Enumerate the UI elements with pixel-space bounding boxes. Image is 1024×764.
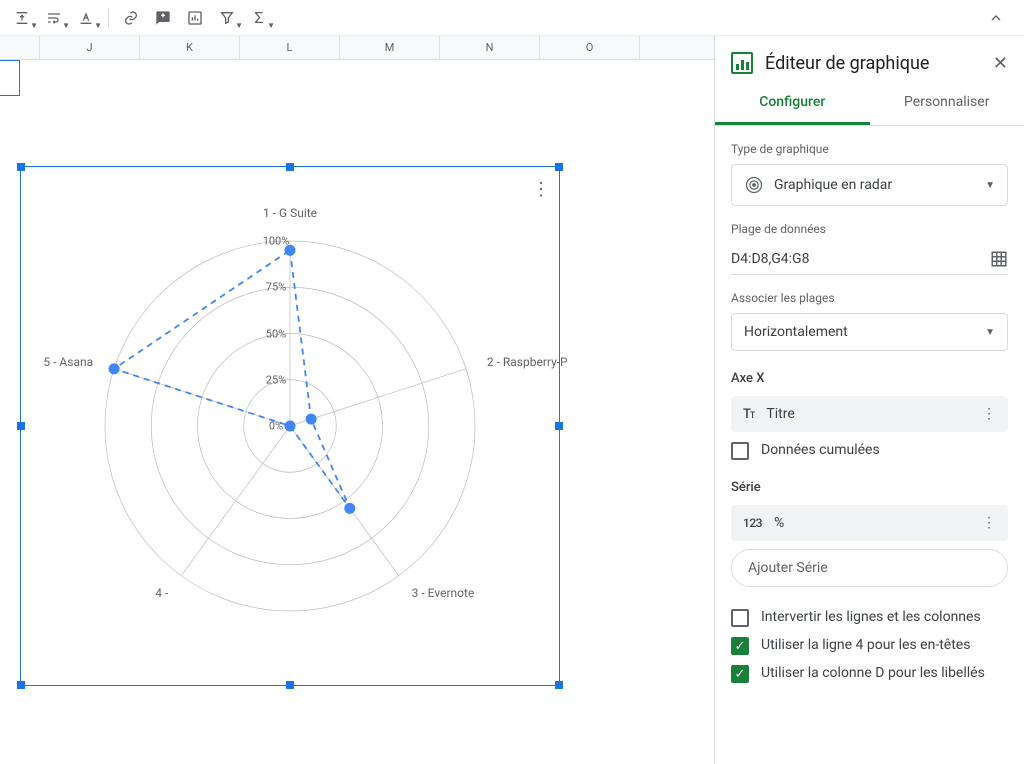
chart-type-label: Type de graphique	[731, 142, 1008, 156]
aggregate-checkbox[interactable]	[731, 442, 749, 460]
text-icon: TT	[743, 407, 754, 422]
text-rotate-button[interactable]: ▼	[72, 4, 100, 32]
chevron-down-icon: ▼	[985, 327, 995, 338]
resize-handle[interactable]	[17, 422, 25, 430]
resize-handle[interactable]	[286, 681, 294, 689]
insert-link-button[interactable]	[117, 4, 145, 32]
chart-menu-icon[interactable]: ⋮	[532, 179, 549, 200]
col-header[interactable]: K	[140, 36, 240, 59]
radar-plot: 0%25%50%75%100%1 - G Suite2 - Raspberry-…	[80, 216, 500, 636]
combine-ranges-label: Associer les plages	[731, 291, 1008, 305]
xaxis-section-title: Axe X	[731, 371, 1008, 386]
xaxis-chip[interactable]: TT Titre ⋮	[731, 396, 1008, 432]
tab-configure[interactable]: Configurer	[715, 82, 870, 125]
col-header[interactable]: J	[40, 36, 140, 59]
use-row-headers-label: Utiliser la ligne 4 pour les en-têtes	[761, 637, 970, 653]
resize-handle[interactable]	[555, 422, 563, 430]
use-col-labels-label: Utiliser la colonne D pour les libellés	[761, 665, 985, 681]
close-icon[interactable]: ✕	[993, 53, 1008, 74]
chart-type-dropdown[interactable]: Graphique en radar ▼	[731, 164, 1008, 206]
toolbar: ▼ ▼ ▼ ▼ Σ▼	[0, 0, 1024, 36]
select-range-icon[interactable]	[990, 250, 1008, 268]
insert-chart-button[interactable]	[181, 4, 209, 32]
col-header[interactable]: L	[240, 36, 340, 59]
combine-value: Horizontalement	[744, 324, 848, 340]
series-chip-label: %	[774, 515, 784, 531]
col-header[interactable]: N	[440, 36, 540, 59]
panel-title: Éditeur de graphique	[765, 53, 981, 74]
filter-button[interactable]: ▼	[213, 4, 241, 32]
add-series-button[interactable]: Ajouter Série	[731, 549, 1008, 587]
resize-handle[interactable]	[286, 163, 294, 171]
collapse-toolbar-icon[interactable]	[984, 6, 1008, 30]
radar-chart-icon	[744, 175, 764, 195]
more-icon[interactable]: ⋮	[982, 406, 996, 422]
switch-rows-label: Intervertir les lignes et les colonnes	[761, 609, 981, 625]
column-headers: J K L M N O	[0, 36, 714, 60]
resize-handle[interactable]	[17, 681, 25, 689]
functions-button[interactable]: Σ▼	[245, 4, 273, 32]
cell-selection-edge	[0, 60, 20, 96]
series-section-title: Série	[731, 480, 1008, 495]
use-col-labels-checkbox[interactable]: ✓	[731, 665, 749, 683]
chart-type-value: Graphique en radar	[774, 177, 892, 193]
xaxis-chip-label: Titre	[766, 406, 794, 422]
radar-chart[interactable]: ⋮ 0%25%50%75%100%1 - G Suite2 - Raspberr…	[20, 166, 560, 686]
number-icon: 123	[743, 516, 762, 530]
col-header[interactable]: M	[340, 36, 440, 59]
spreadsheet-area[interactable]: J K L M N O ⋮ 0%25%50%75%100%1 - G Suite…	[0, 36, 714, 764]
panel-tabs: Configurer Personnaliser	[715, 82, 1024, 126]
combine-ranges-dropdown[interactable]: Horizontalement ▼	[731, 313, 1008, 351]
use-row-headers-checkbox[interactable]: ✓	[731, 637, 749, 655]
chart-editor-icon	[731, 52, 753, 74]
text-wrap-button[interactable]: ▼	[40, 4, 68, 32]
col-header[interactable]: O	[540, 36, 640, 59]
resize-handle[interactable]	[555, 163, 563, 171]
switch-rows-cols-checkbox[interactable]	[731, 609, 749, 627]
col-header[interactable]	[0, 36, 40, 59]
resize-handle[interactable]	[555, 681, 563, 689]
v-align-button[interactable]: ▼	[8, 4, 36, 32]
chevron-down-icon: ▼	[985, 180, 995, 191]
aggregate-label: Données cumulées	[761, 442, 880, 458]
data-range-label: Plage de données	[731, 222, 1008, 236]
data-range-value: D4:D8,G4:G8	[731, 251, 990, 267]
chart-editor-panel: Éditeur de graphique ✕ Configurer Person…	[714, 36, 1024, 764]
tab-customize[interactable]: Personnaliser	[870, 82, 1024, 125]
more-icon[interactable]: ⋮	[982, 515, 996, 531]
insert-comment-button[interactable]	[149, 4, 177, 32]
data-range-input[interactable]: D4:D8,G4:G8	[731, 244, 1008, 275]
series-chip[interactable]: 123 % ⋮	[731, 505, 1008, 541]
resize-handle[interactable]	[17, 163, 25, 171]
